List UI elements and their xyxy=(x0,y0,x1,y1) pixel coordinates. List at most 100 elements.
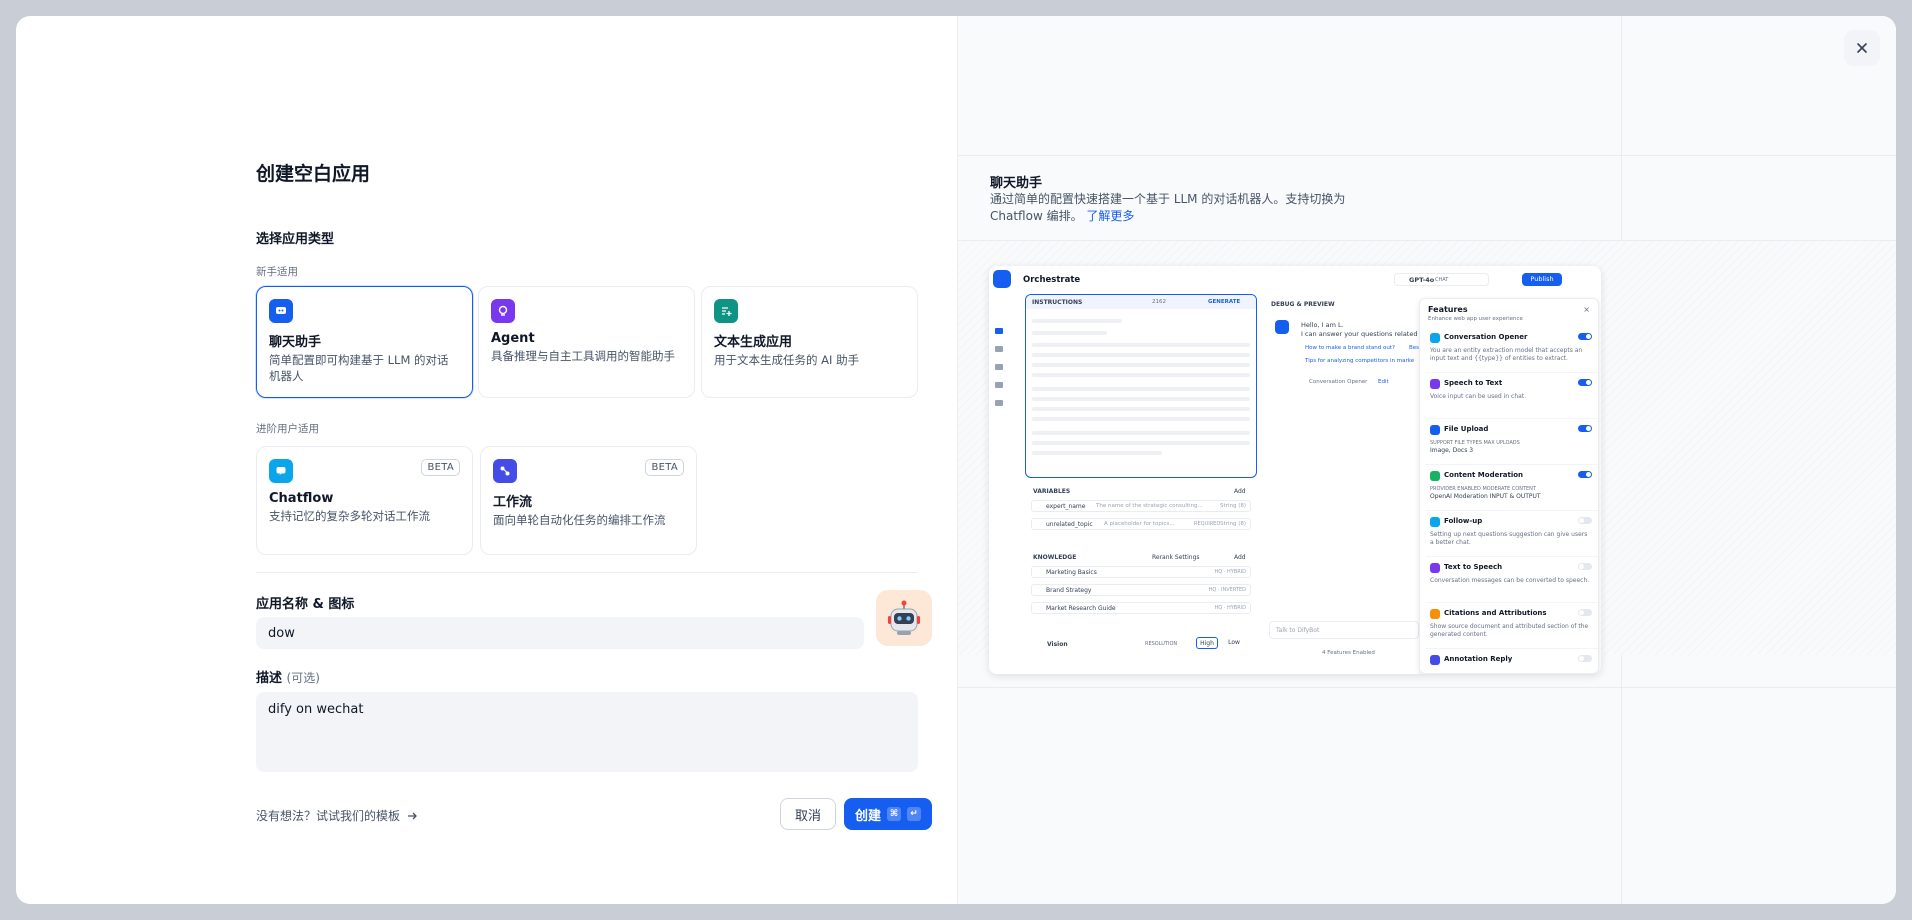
grid-line xyxy=(958,155,1896,156)
screenshot-knowledge-row: Market Research Guide HQ · HYBRID xyxy=(1031,602,1251,614)
screenshot-variable-name: unrelated_topic xyxy=(1046,521,1093,528)
screenshot-debug-label: DEBUG & PREVIEW xyxy=(1271,301,1335,308)
app-type-card-workflow[interactable]: BETA 工作流 面向单轮自动化任务的编排工作流 xyxy=(480,446,697,555)
learn-more-link[interactable]: 了解更多 xyxy=(1086,209,1134,223)
screenshot-feature: Conversation Opener You are an entity ex… xyxy=(1426,329,1598,373)
app-icon-picker[interactable] xyxy=(876,590,932,646)
arrow-right-icon xyxy=(408,812,417,819)
dialog-title: 创建空白应用 xyxy=(256,163,371,185)
preview-description-text: 通过简单的配置快速搭建一个基于 LLM 的对话机器人。支持切换为 Chatflo… xyxy=(990,192,1346,223)
app-type-name: 聊天助手 xyxy=(269,335,322,350)
app-type-name: Agent xyxy=(491,331,535,346)
screenshot-model-selector: GPT-4o CHAT xyxy=(1394,273,1489,286)
feature-icon xyxy=(1430,471,1440,481)
app-type-desc: 面向单轮自动化任务的编排工作流 xyxy=(493,513,666,527)
screenshot-knowledge-tag: HQ · HYBRID xyxy=(1214,569,1246,575)
screenshot-instructions-label: INSTRUCTIONS xyxy=(1032,299,1083,306)
feature-desc: PROVIDER ENABLED MODERATE CONTENT OpenAI… xyxy=(1430,485,1590,501)
feature-toggle xyxy=(1578,471,1592,478)
screenshot-knowledge-tag: HQ · HYBRID xyxy=(1214,605,1246,611)
screenshot-instructions-count: 2162 xyxy=(1152,299,1166,305)
app-type-card-agent[interactable]: Agent 具备推理与自主工具调用的智能助手 xyxy=(478,286,695,398)
screenshot-high-option: High xyxy=(1196,637,1218,649)
app-type-card-chat-assistant[interactable]: 聊天助手 简单配置即可构建基于 LLM 的对话机器人 xyxy=(256,286,473,398)
screenshot-variables-add: Add xyxy=(1234,488,1246,495)
screenshot-resolution-label: RESOLUTION xyxy=(1145,641,1178,647)
agent-icon xyxy=(491,299,515,323)
feature-toggle xyxy=(1578,609,1592,616)
robot-avatar-icon xyxy=(888,600,920,635)
screenshot-instructions-box: INSTRUCTIONS 2162 GENERATE xyxy=(1025,294,1257,478)
screenshot-vision-label: Vision xyxy=(1047,641,1068,648)
screenshot-knowledge-name: Brand Strategy xyxy=(1046,587,1092,594)
description-textarea[interactable]: dify on wechat xyxy=(256,692,918,772)
screenshot-features-close-icon: × xyxy=(1583,305,1590,314)
description-label-text: 描述 xyxy=(256,671,283,686)
screenshot-suggestion-1b: Bes xyxy=(1409,345,1420,351)
screenshot-bot-avatar xyxy=(1275,320,1289,334)
create-button[interactable]: 创建 ⌘ ↵ xyxy=(844,798,932,830)
preview-panel: 聊天助手 通过简单的配置快速搭建一个基于 LLM 的对话机器人。支持切换为 Ch… xyxy=(957,16,1896,904)
form-divider xyxy=(256,572,918,573)
screenshot-feature: Speech to Text Voice input can be used i… xyxy=(1426,375,1598,419)
screenshot-model: GPT-4o xyxy=(1409,276,1435,284)
app-type-desc: 用于文本生成任务的 AI 助手 xyxy=(714,353,860,367)
feature-desc-text: SUPPORT FILE TYPES MAX UPLOADS xyxy=(1430,440,1520,446)
feature-desc: Voice input can be used in chat. xyxy=(1430,393,1527,400)
advanced-group-label: 进阶用户适用 xyxy=(256,423,319,435)
screenshot-knowledge-tag: HQ · INVERTED xyxy=(1208,587,1246,593)
app-type-name: 工作流 xyxy=(493,495,533,510)
feature-icon xyxy=(1430,655,1440,665)
screenshot-logo-icon xyxy=(993,270,1011,288)
screenshot-features-title: Features xyxy=(1428,305,1468,314)
screenshot-chat-placeholder: Talk to DifyBot xyxy=(1276,627,1320,634)
screenshot-knowledge-row: Marketing Basics HQ · HYBRID xyxy=(1031,566,1251,578)
feature-name: Speech to Text xyxy=(1444,379,1503,387)
screenshot-variable-row: expert_name The name of the strategic co… xyxy=(1031,500,1251,512)
cancel-button[interactable]: 取消 xyxy=(780,798,836,830)
screenshot-feature: Follow-up Setting up next questions sugg… xyxy=(1426,513,1598,557)
app-name-input[interactable]: dow xyxy=(256,617,864,649)
feature-icon xyxy=(1430,609,1440,619)
feature-icon xyxy=(1430,333,1440,343)
feature-desc: Show source document and attributed sect… xyxy=(1430,623,1589,638)
chat-bot-icon xyxy=(269,299,293,323)
feature-desc: SUPPORT FILE TYPES MAX UPLOADS Image, Do… xyxy=(1430,439,1590,455)
feature-toggle xyxy=(1578,563,1592,570)
feature-desc: Conversation messages can be converted t… xyxy=(1430,577,1590,584)
close-button[interactable] xyxy=(1844,30,1880,66)
beta-badge: BETA xyxy=(645,459,684,476)
template-link-text: 没有想法？试试我们的模板 xyxy=(256,809,401,823)
screenshot-variable-type: String (8) xyxy=(1220,503,1246,509)
app-type-desc: 具备推理与自主工具调用的智能助手 xyxy=(491,349,675,363)
screenshot-feature: Citations and Attributions Show source d… xyxy=(1426,605,1598,649)
feature-name: File Upload xyxy=(1444,425,1489,433)
beta-badge: BETA xyxy=(421,459,460,476)
screenshot-greeting-2: I can answer your questions related xyxy=(1301,330,1418,338)
feature-desc-text: PROVIDER ENABLED MODERATE CONTENT xyxy=(1430,486,1536,492)
screenshot-knowledge-row: Brand Strategy HQ · INVERTED xyxy=(1031,584,1251,596)
screenshot-feature: Content Moderation PROVIDER ENABLED MODE… xyxy=(1426,467,1598,511)
screenshot-suggestion-1: How to make a brand stand out? xyxy=(1305,345,1395,351)
create-button-label: 创建 xyxy=(854,808,881,824)
app-type-label: 选择应用类型 xyxy=(256,232,335,247)
feature-desc: Setting up next questions suggestion can… xyxy=(1430,531,1588,546)
app-type-name: 文本生成应用 xyxy=(714,335,793,350)
feature-name: Citations and Attributions xyxy=(1444,609,1547,617)
screenshot-opener-label: Conversation Opener xyxy=(1309,379,1368,385)
screenshot-knowledge-add: Add xyxy=(1234,554,1246,561)
screenshot-generate: GENERATE xyxy=(1208,299,1241,305)
feature-toggle xyxy=(1578,655,1592,662)
cmd-key-icon: ⌘ xyxy=(887,807,901,821)
feature-extra: Image, Docs 3 xyxy=(1430,447,1474,454)
screenshot-rerank: Rerank Settings xyxy=(1152,554,1200,561)
screenshot-knowledge-name: Marketing Basics xyxy=(1046,569,1097,576)
template-link[interactable]: 没有想法？试试我们的模板 xyxy=(256,807,418,824)
app-type-card-text-generation[interactable]: 文本生成应用 用于文本生成任务的 AI 助手 xyxy=(701,286,918,398)
preview-screenshot: Orchestrate GPT-4o CHAT Publish INSTRUCT… xyxy=(989,266,1601,674)
screenshot-rail xyxy=(995,328,1003,418)
app-type-card-chatflow[interactable]: BETA Chatflow 支持记忆的复杂多轮对话工作流 xyxy=(256,446,473,555)
screenshot-publish-button: Publish xyxy=(1522,273,1562,286)
feature-icon xyxy=(1430,563,1440,573)
screenshot-model-tag: CHAT xyxy=(1435,277,1449,283)
